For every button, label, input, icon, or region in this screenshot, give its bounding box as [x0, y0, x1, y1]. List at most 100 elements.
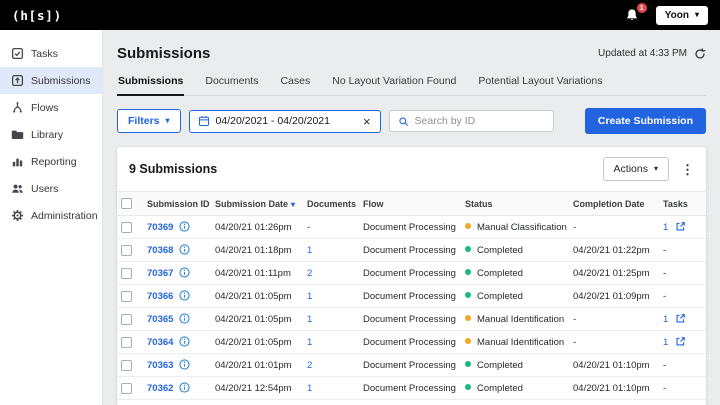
col-submission-date[interactable]: Submission Date▾: [211, 192, 303, 216]
submission-id-link[interactable]: 70367: [147, 268, 173, 279]
topbar-right: 1 Yoon ▾: [625, 6, 708, 25]
tab-cases[interactable]: Cases: [279, 75, 311, 95]
row-checkbox[interactable]: [121, 291, 132, 302]
sidebar-item-users[interactable]: Users: [0, 175, 102, 202]
create-submission-button[interactable]: Create Submission: [585, 108, 706, 134]
clear-date-icon[interactable]: ×: [362, 115, 372, 128]
tasks-cell: -: [659, 262, 706, 285]
sidebar-nav: Tasks Submissions Flows Library Reportin…: [0, 30, 103, 405]
status-dot: [465, 384, 471, 390]
tasks-cell: -: [659, 239, 706, 262]
sidebar-item-submissions[interactable]: Submissions: [0, 67, 102, 94]
task-count-link[interactable]: 1: [663, 314, 668, 325]
sidebar-item-tasks[interactable]: Tasks: [0, 40, 102, 67]
search-input[interactable]: [415, 115, 545, 127]
app-logo: (h[s]): [12, 8, 62, 23]
filters-button[interactable]: Filters ▾: [117, 109, 181, 133]
sidebar-item-library[interactable]: Library: [0, 121, 102, 148]
submission-id-link[interactable]: 70363: [147, 360, 173, 371]
refresh-icon[interactable]: [694, 48, 706, 60]
tab-no-layout-variation-found[interactable]: No Layout Variation Found: [331, 75, 457, 95]
submission-date-cell: 04/20/21 12:54pm: [211, 377, 303, 400]
row-checkbox[interactable]: [121, 314, 132, 325]
sidebar-item-flows[interactable]: Flows: [0, 94, 102, 121]
flow-cell: Document Processing: [359, 262, 461, 285]
search-box[interactable]: [389, 110, 554, 132]
row-checkbox[interactable]: [121, 268, 132, 279]
date-range-input[interactable]: 04/20/2021 - 04/20/2021 ×: [189, 110, 381, 133]
info-icon[interactable]: [179, 359, 190, 371]
submission-id-link[interactable]: 70362: [147, 383, 173, 394]
row-checkbox[interactable]: [121, 383, 132, 394]
documents-cell[interactable]: 1: [303, 239, 359, 262]
documents-cell[interactable]: 1: [303, 285, 359, 308]
checkbox-cell: [117, 377, 143, 400]
submission-id-link[interactable]: 70364: [147, 337, 173, 348]
documents-cell[interactable]: 2: [303, 262, 359, 285]
info-icon[interactable]: [179, 244, 190, 256]
external-link-icon[interactable]: [675, 314, 686, 325]
submission-id-cell: 70362: [143, 377, 211, 400]
status-dot: [465, 315, 471, 321]
row-checkbox[interactable]: [121, 360, 132, 371]
row-checkbox[interactable]: [121, 337, 132, 348]
info-icon[interactable]: [179, 221, 190, 233]
documents-cell[interactable]: 1: [303, 331, 359, 354]
calendar-icon: [198, 115, 210, 127]
table-row: 70365 04/20/21 01:05pm 1 Document Proces…: [117, 308, 706, 331]
sidebar-item-reporting[interactable]: Reporting: [0, 148, 102, 175]
col-flow[interactable]: Flow: [359, 192, 461, 216]
col-documents[interactable]: Documents: [303, 192, 359, 216]
row-checkbox[interactable]: [121, 222, 132, 233]
submission-id-link[interactable]: 70366: [147, 291, 173, 302]
info-icon[interactable]: [179, 313, 190, 325]
external-link-icon[interactable]: [675, 337, 686, 348]
tab-submissions[interactable]: Submissions: [117, 75, 184, 96]
status-dot: [465, 223, 471, 229]
info-icon[interactable]: [179, 290, 190, 302]
reporting-icon: [11, 155, 24, 168]
documents-cell[interactable]: 2: [303, 354, 359, 377]
user-menu-button[interactable]: Yoon ▾: [656, 6, 708, 25]
status-text: Completed: [477, 383, 523, 394]
completion-date-cell: 04/20/21 01:10pm: [569, 377, 659, 400]
notifications-button[interactable]: 1: [625, 7, 641, 23]
task-count-link: -: [663, 360, 666, 371]
submission-id-cell: 70365: [143, 308, 211, 331]
status-cell: Completed: [461, 239, 569, 262]
completion-date-cell: -: [569, 216, 659, 239]
sidebar-item-label: Submissions: [31, 75, 91, 87]
sidebar-item-administration[interactable]: Administration: [0, 202, 102, 229]
search-icon: [398, 116, 409, 127]
col-status[interactable]: Status: [461, 192, 569, 216]
info-icon[interactable]: [179, 382, 190, 394]
col-submission-id[interactable]: Submission ID: [143, 192, 211, 216]
select-all-checkbox[interactable]: [121, 198, 132, 209]
chevron-down-icon: ▾: [166, 117, 170, 125]
sidebar-item-label: Reporting: [31, 156, 77, 168]
task-count-link[interactable]: 1: [663, 337, 668, 348]
checkbox-cell: [117, 308, 143, 331]
external-link-icon[interactable]: [675, 222, 686, 233]
info-icon[interactable]: [179, 267, 190, 279]
flow-cell: Document Processing: [359, 285, 461, 308]
col-completion-date[interactable]: Completion Date: [569, 192, 659, 216]
submission-id-link[interactable]: 70369: [147, 222, 173, 233]
tasks-cell: 1: [659, 331, 706, 354]
documents-cell[interactable]: 1: [303, 377, 359, 400]
documents-cell[interactable]: 1: [303, 308, 359, 331]
kebab-menu-icon[interactable]: ⋮: [681, 163, 694, 176]
col-tasks[interactable]: Tasks: [659, 192, 706, 216]
submission-id-link[interactable]: 70365: [147, 314, 173, 325]
submission-date-cell: 04/20/21 01:05pm: [211, 285, 303, 308]
tab-potential-layout-variations[interactable]: Potential Layout Variations: [477, 75, 603, 95]
checkbox-cell: [117, 285, 143, 308]
panel-header: 9 Submissions Actions ▾ ⋮: [117, 147, 706, 191]
info-icon[interactable]: [179, 336, 190, 348]
tab-documents[interactable]: Documents: [204, 75, 259, 95]
status-text: Manual Identification: [477, 314, 564, 325]
actions-button[interactable]: Actions ▾: [603, 157, 669, 181]
task-count-link[interactable]: 1: [663, 222, 668, 233]
submission-id-link[interactable]: 70368: [147, 245, 173, 256]
row-checkbox[interactable]: [121, 245, 132, 256]
